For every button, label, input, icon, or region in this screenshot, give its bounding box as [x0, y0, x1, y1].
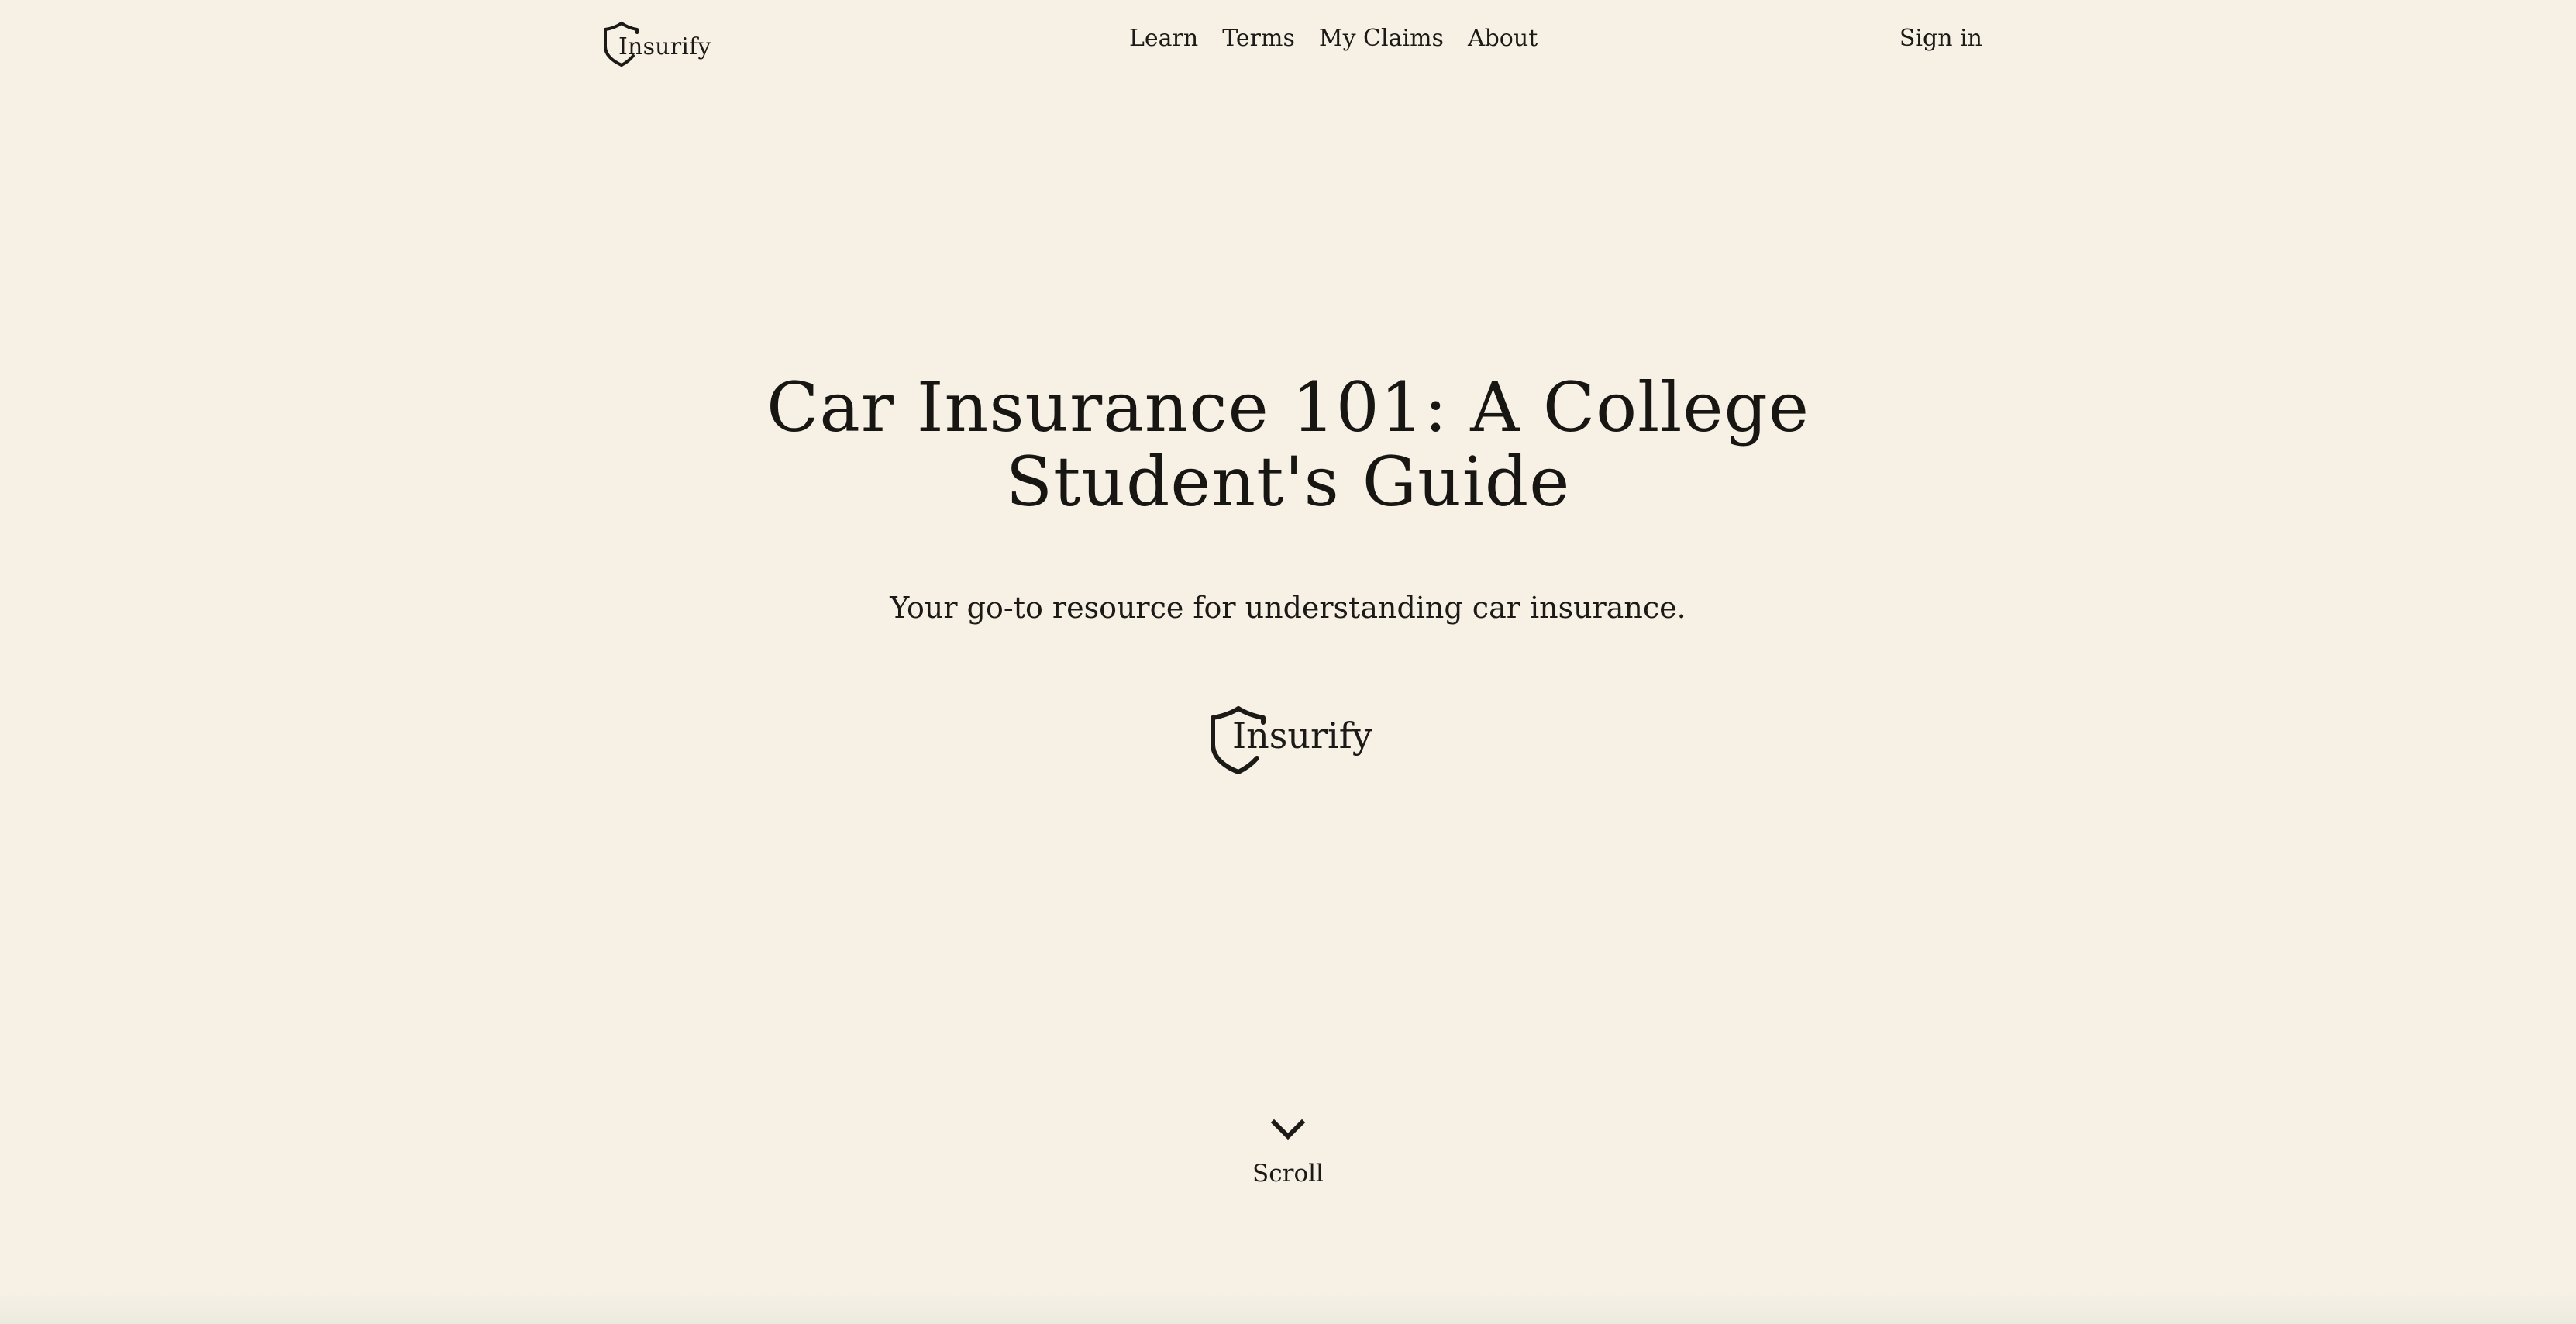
hero-subtitle: Your go-to resource for understanding ca… — [890, 591, 1686, 625]
scroll-indicator[interactable]: Scroll — [1211, 1116, 1365, 1188]
main-nav: Learn Terms My Claims About — [1129, 25, 1538, 52]
hero-brand-name: Insurify — [1232, 715, 1372, 757]
sign-in-link[interactable]: Sign in — [1899, 25, 1982, 52]
chevron-down-icon — [1270, 1119, 1306, 1140]
page-title: Car Insurance 101: A College Student's G… — [766, 367, 1810, 522]
site-header: Insurify Learn Terms My Claims About Sig… — [0, 0, 2576, 85]
nav-about[interactable]: About — [1468, 25, 1538, 52]
nav-learn[interactable]: Learn — [1129, 25, 1198, 52]
brand-name: Insurify — [618, 33, 711, 60]
page: Insurify Learn Terms My Claims About Sig… — [0, 0, 2576, 1324]
nav-terms[interactable]: Terms — [1222, 25, 1295, 52]
brand-logo-link[interactable]: Insurify — [603, 20, 711, 68]
nav-my-claims[interactable]: My Claims — [1319, 25, 1444, 52]
scroll-label: Scroll — [1252, 1160, 1324, 1188]
hero-brand-logo: Insurify — [1209, 704, 1372, 775]
